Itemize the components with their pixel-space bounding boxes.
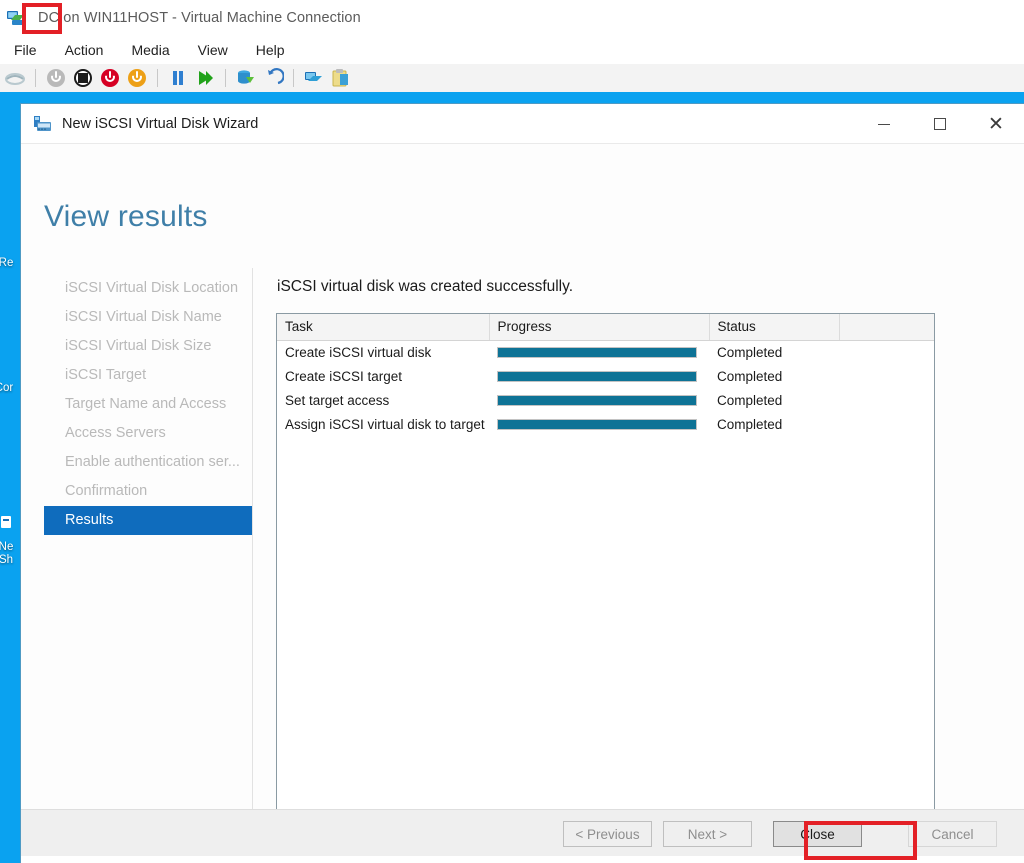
- cell-status: Completed: [717, 344, 783, 360]
- new-iscsi-virtual-disk-wizard-dialog: New iSCSI Virtual Disk Wizard ✕ View res…: [20, 103, 1024, 863]
- minimize-button[interactable]: [856, 104, 912, 144]
- results-table: Task Progress Status Create iSCSI virtua…: [277, 314, 934, 437]
- dialog-titlebar: New iSCSI Virtual Disk Wizard ✕: [21, 104, 1024, 144]
- desktop-icon-computer-label: Cor: [0, 382, 14, 394]
- dialog-body: View results iSCSI Virtual Disk Location…: [21, 144, 1024, 856]
- results-message: iSCSI virtual disk was created successfu…: [277, 278, 574, 295]
- checkpoint-icon[interactable]: [235, 67, 257, 89]
- save-state-icon[interactable]: [126, 67, 148, 89]
- resume-icon[interactable]: [194, 67, 216, 89]
- enhanced-session-icon[interactable]: [303, 67, 325, 89]
- menu-item-media[interactable]: Media: [117, 39, 183, 61]
- wizard-step-access-servers[interactable]: Access Servers: [44, 419, 252, 448]
- shut-down-icon[interactable]: [99, 67, 121, 89]
- results-table-body: Create iSCSI virtual disk Completed Crea…: [277, 341, 934, 437]
- vm-window-title: DC on WIN11HOST - Virtual Machine Connec…: [38, 10, 361, 26]
- column-header-progress[interactable]: Progress: [489, 314, 710, 341]
- table-row[interactable]: Set target access Completed: [277, 389, 934, 413]
- table-row[interactable]: Create iSCSI target Completed: [277, 365, 934, 389]
- toolbar-separator: [35, 69, 36, 87]
- menu-item-view[interactable]: View: [184, 39, 242, 61]
- cell-status: Completed: [717, 392, 783, 408]
- cell-status: Completed: [717, 368, 783, 384]
- wizard-step-results[interactable]: Results: [44, 506, 252, 535]
- maximize-icon: [934, 118, 946, 130]
- cell-spacer: [839, 341, 934, 365]
- maximize-button[interactable]: [912, 104, 968, 144]
- vm-menubar: File Action Media View Help: [0, 36, 1024, 64]
- wizard-step-iscsi-virtual-disk-location[interactable]: iSCSI Virtual Disk Location: [44, 274, 252, 303]
- menu-item-file[interactable]: File: [0, 39, 51, 61]
- cell-progress: [489, 341, 709, 365]
- wizard-step-enable-authentication[interactable]: Enable authentication ser...: [44, 448, 252, 477]
- desktop-icon-recycle-bin-label: Re: [0, 257, 14, 269]
- cell-task: Assign iSCSI virtual disk to target: [285, 416, 485, 432]
- table-header-row: Task Progress Status: [277, 314, 934, 341]
- toolbar-separator: [157, 69, 158, 87]
- vm-toolbar: [0, 64, 1024, 92]
- cell-task: Set target access: [285, 392, 390, 408]
- dialog-title: New iSCSI Virtual Disk Wizard: [62, 115, 259, 132]
- cell-task: Create iSCSI target: [285, 368, 403, 384]
- cell-task: Create iSCSI virtual disk: [285, 344, 432, 360]
- progress-bar-fill: [498, 395, 696, 405]
- iscsi-disk-icon: [33, 115, 53, 133]
- wizard-step-target-name-and-access[interactable]: Target Name and Access: [44, 390, 252, 419]
- ctrl-alt-del-icon[interactable]: [4, 67, 26, 89]
- progress-bar-fill: [498, 371, 696, 381]
- desktop-icon-network-share-label: Ne Sh: [0, 541, 14, 566]
- wizard-step-iscsi-virtual-disk-size[interactable]: iSCSI Virtual Disk Size: [44, 332, 252, 361]
- cell-status: Completed: [717, 416, 783, 432]
- wizard-steps-nav: iSCSI Virtual Disk Location iSCSI Virtua…: [44, 274, 252, 535]
- steps-divider: [252, 268, 253, 828]
- cell-spacer: [839, 413, 934, 437]
- table-row[interactable]: Create iSCSI virtual disk Completed: [277, 341, 934, 365]
- vm-window-titlebar: DC on WIN11HOST - Virtual Machine Connec…: [0, 0, 1024, 36]
- cell-spacer: [839, 365, 934, 389]
- table-row[interactable]: Assign iSCSI virtual disk to target Comp…: [277, 413, 934, 437]
- progress-bar-fill: [498, 419, 696, 429]
- vm-title-rest: on WIN11HOST - Virtual Machine Connectio…: [59, 10, 361, 26]
- toolbar-separator: [293, 69, 294, 87]
- close-button[interactable]: ✕: [968, 104, 1024, 144]
- turn-off-icon[interactable]: [72, 67, 94, 89]
- start-icon[interactable]: [45, 67, 67, 89]
- clipboard-icon[interactable]: [330, 67, 352, 89]
- progress-bar: [497, 418, 697, 430]
- menu-item-help[interactable]: Help: [242, 39, 299, 61]
- results-table-container: Task Progress Status Create iSCSI virtua…: [276, 313, 935, 834]
- column-header-spacer[interactable]: [839, 314, 934, 341]
- cell-progress: [489, 413, 709, 437]
- close-icon: ✕: [988, 113, 1004, 135]
- previous-button[interactable]: < Previous: [563, 821, 652, 847]
- wizard-step-iscsi-target[interactable]: iSCSI Target: [44, 361, 252, 390]
- cell-progress: [489, 365, 709, 389]
- cell-spacer: [839, 389, 934, 413]
- annotation-box-close-button: [804, 821, 917, 860]
- progress-bar: [497, 394, 697, 406]
- minimize-icon: [878, 123, 890, 125]
- cancel-button[interactable]: Cancel: [908, 821, 997, 847]
- annotation-box-dc-label: [22, 3, 62, 34]
- cell-progress: [489, 389, 709, 413]
- revert-icon[interactable]: [262, 67, 285, 89]
- progress-bar: [497, 370, 697, 382]
- dialog-window-buttons: ✕: [856, 104, 1024, 144]
- column-header-status[interactable]: Status: [709, 314, 840, 341]
- progress-bar: [497, 346, 697, 358]
- wizard-step-iscsi-virtual-disk-name[interactable]: iSCSI Virtual Disk Name: [44, 303, 252, 332]
- toolbar-separator: [225, 69, 226, 87]
- network-share-glyph: [0, 500, 19, 528]
- menu-item-action[interactable]: Action: [51, 39, 118, 61]
- column-header-task[interactable]: Task: [277, 314, 490, 341]
- page-title: View results: [44, 200, 208, 233]
- screen-root: DC on WIN11HOST - Virtual Machine Connec…: [0, 0, 1024, 863]
- pause-icon[interactable]: [167, 67, 189, 89]
- next-button[interactable]: Next >: [663, 821, 752, 847]
- wizard-step-confirmation[interactable]: Confirmation: [44, 477, 252, 506]
- progress-bar-fill: [498, 347, 696, 357]
- results-table-head: Task Progress Status: [277, 314, 934, 341]
